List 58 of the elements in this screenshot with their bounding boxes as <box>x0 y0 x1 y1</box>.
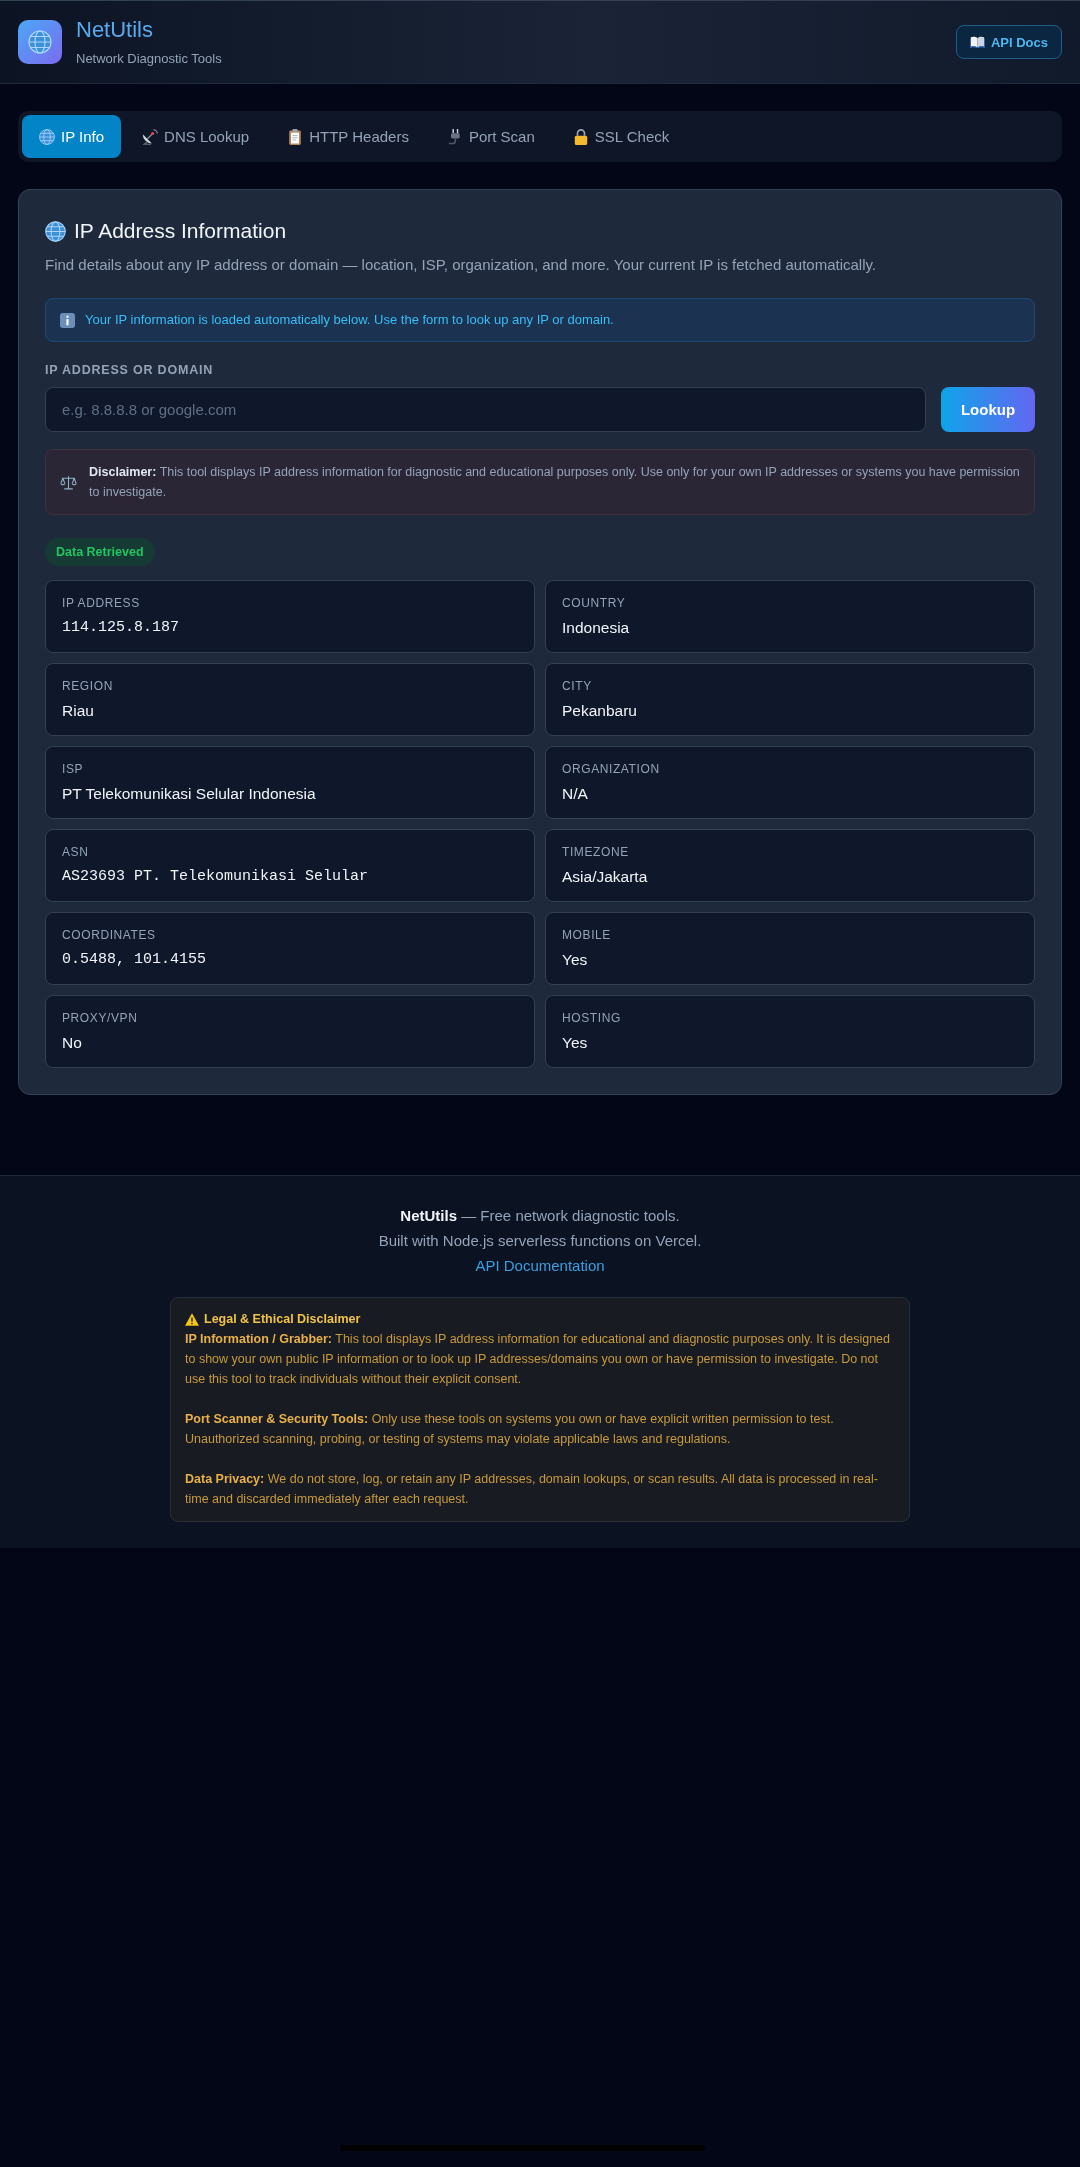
disclaimer-text: Disclaimer: This tool displays IP address information for diagnostic and educational purposes only. Use only for your own IP addresses or systems you have permission to investigate. <box>89 464 1020 501</box>
legal-title: Legal & Ethical Disclaimer <box>204 1311 361 1328</box>
result-value: Pekanbaru <box>562 701 638 721</box>
globe-icon <box>39 128 55 145</box>
status-badge: Data Retrieved <box>45 538 155 566</box>
result-value: PT Telekomunikasi Selular Indonesia <box>62 784 317 804</box>
result-value: Indonesia <box>562 618 631 638</box>
result-label: ASN <box>62 844 90 860</box>
result-label: COUNTRY <box>562 595 627 611</box>
result-value: AS23693 PT. Telekomunikasi Selular <box>62 867 370 887</box>
tab[interactable]: Port Scan <box>429 115 552 158</box>
result-label: ISP <box>62 761 85 777</box>
result-value: Asia/Jakarta <box>562 867 649 887</box>
result-label: TIMEZONE <box>562 844 630 860</box>
footer-credit: Built with Node.js serverless functions on Vercel. <box>377 1231 703 1251</box>
result-label: ORGANIZATION <box>562 761 661 777</box>
result-value: 0.5488, 101.4155 <box>62 950 208 970</box>
result-value: No <box>62 1033 83 1053</box>
result-value: Riau <box>62 701 95 721</box>
plug-icon <box>446 128 463 145</box>
result-label: CITY <box>562 678 593 694</box>
result-label: PROXY/VPN <box>62 1010 139 1026</box>
lock-icon <box>572 128 589 145</box>
api-documentation-link[interactable]: API Documentation <box>475 1257 605 1274</box>
input-label: IP ADDRESS OR DOMAIN <box>45 362 215 378</box>
info-icon <box>60 312 75 328</box>
app-subtitle: Network Diagnostic Tools <box>76 51 222 67</box>
legal-paragraph: Data Privacy: We do not store, log, or retain any IP addresses, domain lookups, or scan results. All data is processed in real-time and discarded immediately after each request. <box>185 1471 879 1508</box>
result-label: MOBILE <box>562 927 612 943</box>
lookup-button[interactable]: Lookup <box>941 387 1035 432</box>
tab[interactable]: DNS Lookup <box>125 115 267 158</box>
result-value: 114.125.8.187 <box>62 618 181 638</box>
globe-icon <box>45 220 66 242</box>
footer-tagline: NetUtils — Free network diagnostic tools. <box>399 1206 681 1226</box>
tab[interactable]: IP Info <box>22 115 122 158</box>
globe-logo-icon <box>18 20 62 64</box>
tab[interactable]: SSL Check <box>555 115 687 158</box>
open-book-icon <box>969 36 985 48</box>
tab[interactable]: HTTP Headers <box>270 115 426 158</box>
api-docs-button[interactable]: API Docs <box>955 25 1062 59</box>
result-value: Yes <box>562 1033 589 1053</box>
warning-icon <box>185 1312 199 1326</box>
app-title: NetUtils <box>76 17 154 43</box>
balance-scale-icon <box>60 474 77 490</box>
result-value: N/A <box>562 784 589 804</box>
result-label: HOSTING <box>562 1010 622 1026</box>
info-banner-text: Your IP information is loaded automatically below. Use the form to look up any IP or domain. <box>85 311 614 329</box>
result-value: Yes <box>562 950 589 970</box>
result-label: REGION <box>62 678 114 694</box>
panel-title: IP Address Information <box>74 218 287 244</box>
result-label: IP ADDRESS <box>62 595 141 611</box>
satellite-dish-icon <box>142 128 159 145</box>
legal-paragraph: Port Scanner & Security Tools: Only use these tools on systems you own or have explicit written permission to test. Unauthorized scanning, probing, or testing of systems may violate applicable laws and regulations. <box>185 1411 835 1448</box>
result-label: COORDINATES <box>62 927 157 943</box>
panel-description: Find details about any IP address or domain — location, ISP, organization, and more. Your current IP is fetched automatically. <box>45 255 878 275</box>
ip-input-field[interactable]: e.g. 8.8.8.8 or google.com <box>45 387 926 432</box>
clipboard-icon <box>287 128 304 145</box>
legal-paragraph: IP Information / Grabber: This tool displays IP address information for educational and diagnostic purposes only. It is designed to show your own public IP information or to look up IP addresses/domains you own or have permission to investigate. Do not use this tool to track individuals without their explicit consent. <box>185 1331 891 1388</box>
